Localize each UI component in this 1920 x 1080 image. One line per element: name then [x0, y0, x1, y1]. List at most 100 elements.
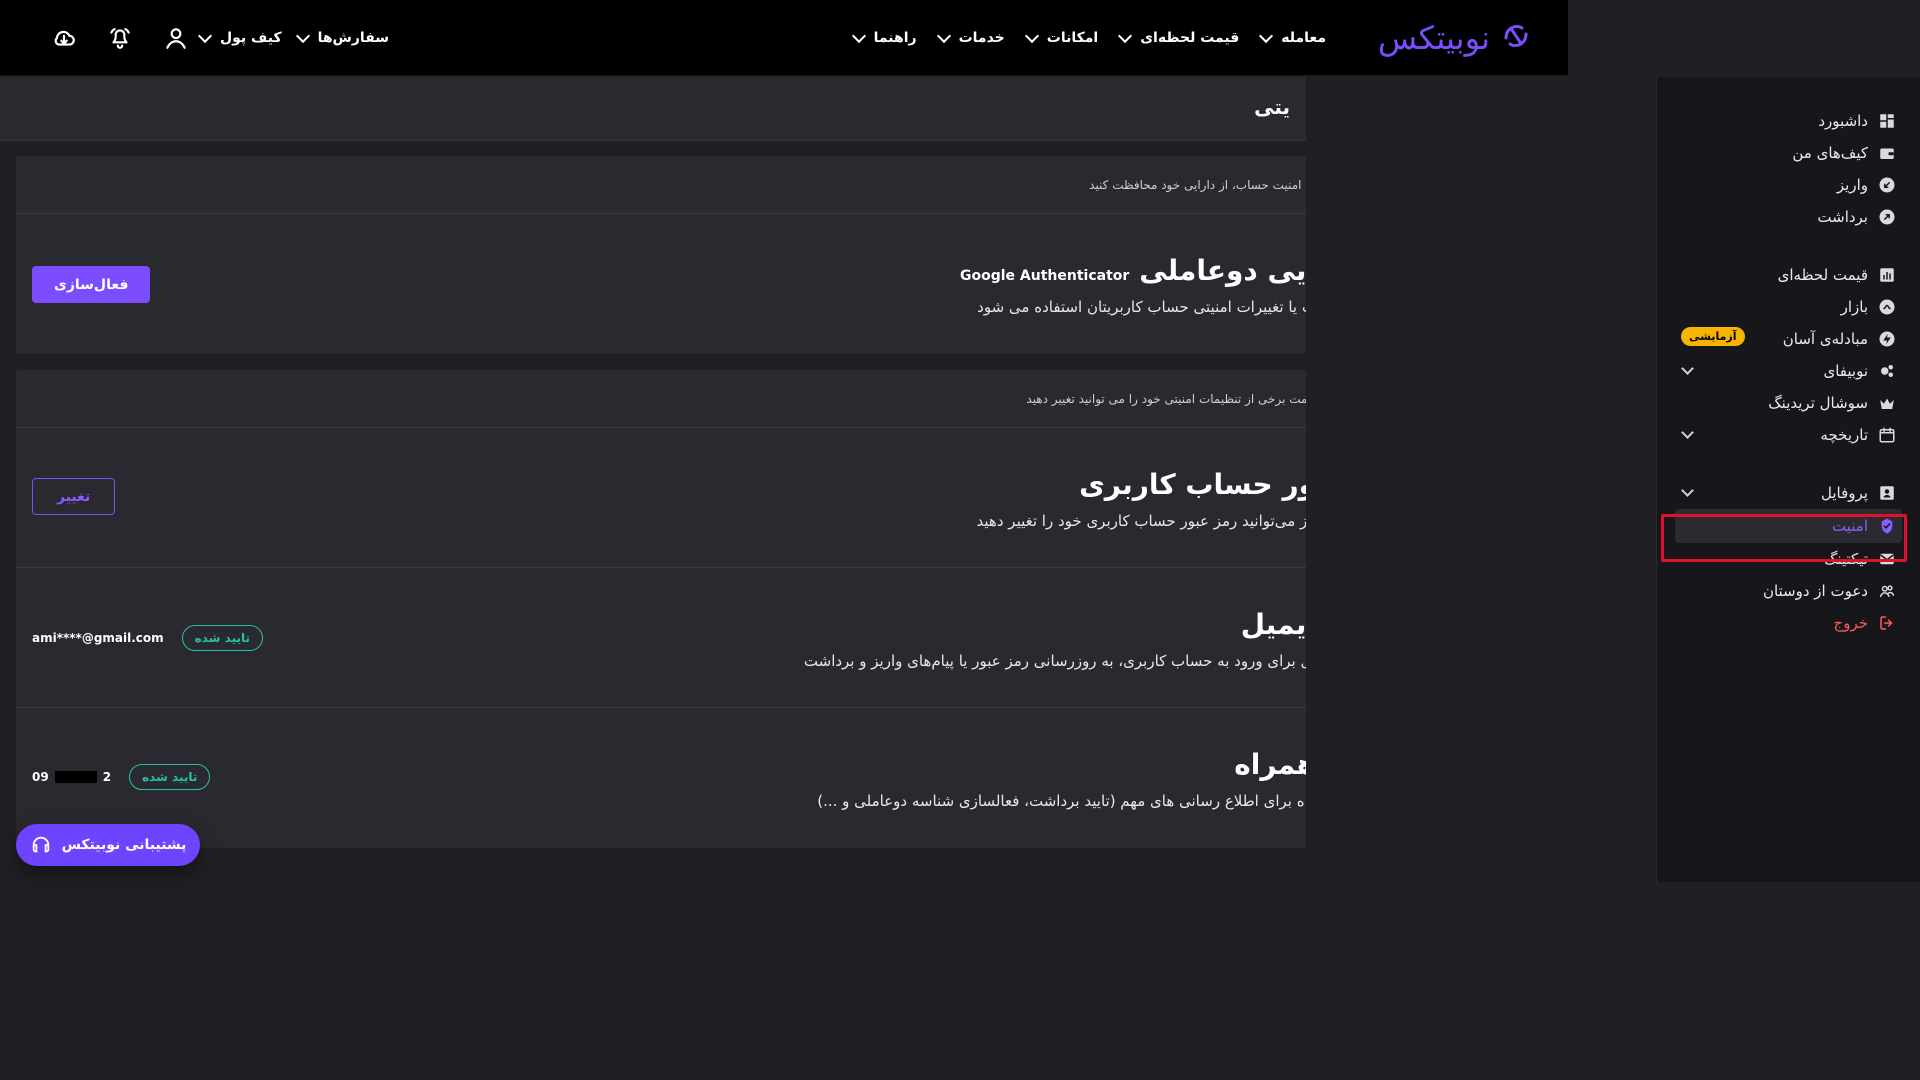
top-left-links: سفارش‌ها کیف پول	[197, 0, 389, 76]
sidebar-item-label: خروج	[1833, 614, 1868, 632]
nav-orders[interactable]: سفارش‌ها	[295, 28, 389, 46]
chevron-down-icon	[1118, 28, 1133, 43]
bell-icon[interactable]	[100, 18, 140, 58]
sidebar-item-easy-trade[interactable]: مبادله‌ی آسان آزمایشی	[1675, 323, 1902, 355]
sidebar-gap	[1675, 233, 1902, 259]
chevron-down-icon	[197, 28, 213, 43]
two-factor-title: ایی دوعاملی Google Authenticator	[960, 254, 1306, 287]
sidebar-item-wallets[interactable]: کیف‌های من	[1675, 137, 1902, 169]
phone-status: 09 2 تایید شده	[32, 764, 211, 790]
phone-prefix: 09	[32, 770, 49, 784]
main-content: ای امنیت حساب، از دارایی خود محافظت کنید…	[16, 156, 1306, 882]
nav-features[interactable]: امکانات	[1024, 28, 1099, 46]
sidebar-item-security[interactable]: امنیت	[1675, 509, 1902, 543]
card-header-text: سمت برخی از تنظیمات امنیتی خود را می توا…	[1026, 391, 1306, 406]
sidebar-item-invite-friends[interactable]: دعوت از دوستان	[1675, 575, 1902, 607]
user-icon[interactable]	[156, 18, 196, 58]
change-password-button[interactable]: تغییر	[32, 478, 116, 515]
top-icons	[44, 0, 196, 76]
nav-help-label: راهنما	[873, 30, 917, 46]
calendar-icon	[1878, 426, 1896, 444]
sidebar-item-label: داشبورد	[1818, 112, 1868, 130]
two-factor-desc: ت یا تغییرات امنیتی حساب کاربریتان استفا…	[977, 298, 1306, 316]
card-header-text: ای امنیت حساب، از دارایی خود محافظت کنید	[1089, 177, 1306, 192]
email-value: ami****@gmail.com	[32, 631, 164, 645]
withdraw-icon	[1878, 208, 1896, 226]
chevron-down-icon	[1681, 362, 1694, 375]
nav-features-label: امکانات	[1046, 30, 1099, 46]
sidebar-item-label: قیمت لحظه‌ای	[1777, 266, 1868, 284]
password-row: ور حساب کاربری یاز می‌توانید رمز عبور حس…	[16, 428, 1306, 568]
nav-live-price[interactable]: قیمت لحظه‌ای	[1118, 28, 1239, 46]
two-factor-actions: فعال‌سازی	[32, 266, 151, 303]
chevron-down-icon	[851, 28, 866, 43]
nav-trade[interactable]: معامله	[1259, 28, 1326, 46]
sidebar-item-nobify[interactable]: نوبیفای	[1675, 355, 1902, 387]
deposit-icon	[1878, 176, 1896, 194]
email-title-text: ایمیل	[1240, 608, 1306, 641]
email-title: ایمیل	[1241, 608, 1306, 641]
google-authenticator-tag: Google Authenticator	[960, 268, 1130, 284]
sidebar-item-label: نوبیفای	[1823, 362, 1868, 380]
phone-title-text: همراه	[1234, 748, 1306, 781]
sidebar-item-label: امنیت	[1832, 517, 1868, 535]
sidebar-item-history[interactable]: تاریخچه	[1675, 419, 1902, 451]
sidebar-item-label: پروفایل	[1821, 484, 1868, 502]
sidebar-item-label: کیف‌های من	[1792, 144, 1868, 162]
nav-services-label: خدمات	[958, 30, 1005, 46]
nav-trade-label: معامله	[1281, 30, 1326, 46]
nav-help[interactable]: راهنما	[851, 28, 917, 46]
sidebar-item-label: تیکتینگ	[1824, 550, 1868, 568]
nav-services[interactable]: خدمات	[936, 28, 1005, 46]
beta-pill: آزمایشی	[1681, 327, 1745, 346]
sidebar-item-deposit[interactable]: واریز	[1675, 169, 1902, 201]
chevron-down-icon	[936, 28, 951, 43]
phone-redaction	[54, 771, 97, 783]
security-settings-card: سمت برخی از تنظیمات امنیتی خود را می توا…	[16, 370, 1306, 848]
sidebar-list: داشبورد کیف‌های من واریز	[1657, 77, 1920, 639]
phone-value: 09 2	[32, 770, 111, 784]
wallet-icon	[1878, 144, 1896, 162]
sidebar-item-withdraw[interactable]: برداشت	[1675, 201, 1902, 233]
two-factor-card: ای امنیت حساب، از دارایی خود محافظت کنید…	[16, 156, 1306, 354]
sidebar-item-social-trading[interactable]: سوشال تریدینگ	[1675, 387, 1902, 419]
nav-wallet[interactable]: کیف پول	[197, 28, 282, 46]
headset-icon	[30, 834, 52, 856]
sidebar-item-market[interactable]: بازار	[1675, 291, 1902, 323]
password-actions: تغییر	[32, 478, 116, 515]
support-button[interactable]: پشتیبانی نوبیتکس	[16, 824, 200, 866]
chevron-down-icon	[1024, 28, 1039, 43]
page-title: یتی	[1254, 95, 1290, 119]
sidebar-item-label: برداشت	[1817, 208, 1868, 226]
brand-name: نوبیتکس	[1377, 19, 1490, 57]
email-desc: یل برای ورود به حساب کاربری، به روزرسانی…	[803, 652, 1306, 670]
card-header: سمت برخی از تنظیمات امنیتی خود را می توا…	[16, 370, 1306, 428]
phone-suffix: 2	[102, 770, 112, 784]
sidebar-item-dashboard[interactable]: داشبورد	[1675, 105, 1902, 137]
lightning-icon	[1878, 330, 1896, 348]
market-icon	[1878, 298, 1896, 316]
sidebar-item-live-price[interactable]: قیمت لحظه‌ای	[1675, 259, 1902, 291]
shield-check-icon	[1878, 517, 1896, 535]
activate-button[interactable]: فعال‌سازی	[32, 266, 151, 303]
sidebar-gap	[1675, 451, 1902, 477]
nobitex-logo-icon	[1500, 20, 1532, 56]
dashboard-icon	[1878, 112, 1896, 130]
phone-desc: راه برای اطلاع رسانی های مهم (تایید بردا…	[817, 792, 1306, 810]
phone-row: همراه راه برای اطلاع رسانی های مهم (تایی…	[16, 708, 1306, 848]
logout-icon	[1878, 614, 1896, 632]
sidebar-item-logout[interactable]: خروج	[1675, 607, 1902, 639]
support-label: پشتیبانی نوبیتکس	[61, 837, 187, 853]
friends-icon	[1878, 582, 1896, 600]
sidebar-item-ticketing[interactable]: تیکتینگ	[1675, 543, 1902, 575]
download-icon[interactable]	[44, 18, 84, 58]
sidebar-item-label: سوشال تریدینگ	[1768, 394, 1868, 412]
card-header: ای امنیت حساب، از دارایی خود محافظت کنید	[16, 156, 1306, 214]
sidebar-item-profile[interactable]: پروفایل	[1675, 477, 1902, 509]
top-bar: نوبیتکس معامله قیمت لحظه‌ای امکانات خدما…	[0, 0, 1568, 76]
email-status: ami****@gmail.com تایید شده	[32, 625, 263, 651]
two-factor-title-text: ایی دوعاملی	[1139, 254, 1306, 287]
password-title: ور حساب کاربری	[1079, 468, 1306, 501]
brand-logo[interactable]: نوبیتکس	[1378, 14, 1532, 62]
email-verified-badge: تایید شده	[181, 625, 263, 651]
